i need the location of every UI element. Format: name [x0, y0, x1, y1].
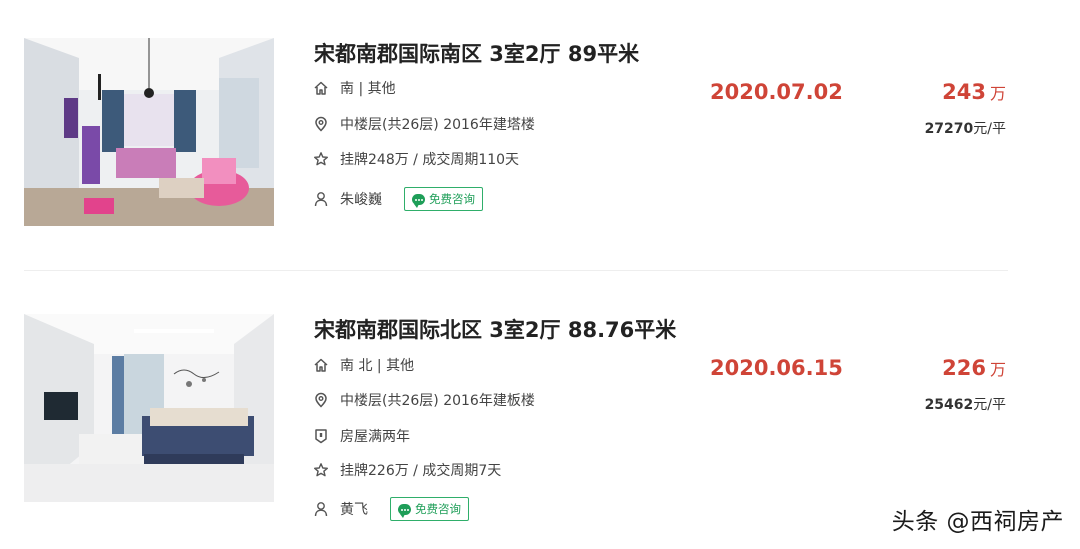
floor-row: 中楼层(共26层) 2016年建板楼 — [312, 388, 535, 412]
living-room-photo — [24, 314, 274, 502]
deal-date: 2020.06.15 — [710, 356, 843, 380]
chat-icon — [412, 193, 425, 208]
agent-row: 朱峻巍 免费咨询 — [312, 187, 483, 211]
orientation-text: 南 北 | 其他 — [340, 358, 415, 374]
unit-price-suffix: 元/平 — [973, 121, 1006, 137]
living-room-photo — [24, 38, 274, 226]
free-consult-button[interactable]: 免费咨询 — [404, 187, 483, 211]
shield-icon — [312, 427, 330, 445]
orientation-row: 南 北 | 其他 — [312, 353, 414, 377]
watermark-text: 头条 @西祠房产 — [891, 509, 1064, 535]
total-price-value: 243 — [942, 80, 986, 104]
listing-info-row: 挂牌226万 / 成交周期7天 — [312, 458, 501, 482]
unit-price-value: 27270 — [924, 121, 974, 137]
consult-label: 免费咨询 — [429, 192, 475, 206]
person-icon — [312, 500, 330, 518]
location-icon — [312, 391, 330, 409]
total-price-value: 226 — [942, 356, 986, 380]
tag-text: 房屋满两年 — [340, 429, 410, 445]
listing-divider — [24, 270, 1008, 271]
listing-info-text: 挂牌226万 / 成交周期7天 — [340, 463, 502, 479]
consult-label: 免费咨询 — [415, 502, 461, 516]
tag-row: 房屋满两年 — [312, 424, 410, 448]
listing-info-text: 挂牌248万 / 成交周期110天 — [340, 152, 520, 168]
location-icon — [312, 115, 330, 133]
total-price-unit: 万 — [989, 360, 1006, 379]
unit-price-suffix: 元/平 — [973, 397, 1006, 413]
unit-price: 25462元/平 — [925, 394, 1006, 414]
home-icon — [312, 356, 330, 374]
floor-text: 中楼层(共26层) 2016年建板楼 — [340, 393, 535, 409]
listing-photo[interactable] — [24, 38, 274, 226]
total-price-unit: 万 — [989, 84, 1006, 103]
orientation-text: 南 | 其他 — [340, 81, 396, 97]
unit-price-value: 25462 — [924, 397, 974, 413]
listing-info-row: 挂牌248万 / 成交周期110天 — [312, 147, 519, 171]
listing-photo[interactable] — [24, 314, 274, 502]
free-consult-button[interactable]: 免费咨询 — [390, 497, 469, 521]
person-icon — [312, 190, 330, 208]
total-price: 226 万 — [942, 356, 1006, 380]
listing-card: 宋都南郡国际北区 3室2厅 88.76平米 南 北 | 其他 中楼层(共26层)… — [24, 314, 1008, 521]
listing-title[interactable]: 宋都南郡国际北区 3室2厅 88.76平米 — [314, 314, 676, 344]
star-icon — [312, 461, 330, 479]
chat-icon — [398, 503, 411, 518]
unit-price: 27270元/平 — [925, 118, 1006, 138]
star-icon — [312, 150, 330, 168]
orientation-row: 南 | 其他 — [312, 76, 396, 100]
deal-date: 2020.07.02 — [710, 80, 843, 104]
agent-name[interactable]: 黄飞 — [340, 499, 368, 519]
total-price: 243 万 — [942, 80, 1006, 104]
listing-card: 宋都南郡国际南区 3室2厅 89平米 南 | 其他 中楼层(共26层) 2016… — [24, 38, 1008, 228]
agent-name[interactable]: 朱峻巍 — [340, 189, 382, 209]
listing-title[interactable]: 宋都南郡国际南区 3室2厅 89平米 — [314, 38, 639, 68]
floor-row: 中楼层(共26层) 2016年建塔楼 — [312, 112, 535, 136]
home-icon — [312, 79, 330, 97]
floor-text: 中楼层(共26层) 2016年建塔楼 — [340, 117, 535, 133]
agent-row: 黄飞 免费咨询 — [312, 497, 469, 521]
